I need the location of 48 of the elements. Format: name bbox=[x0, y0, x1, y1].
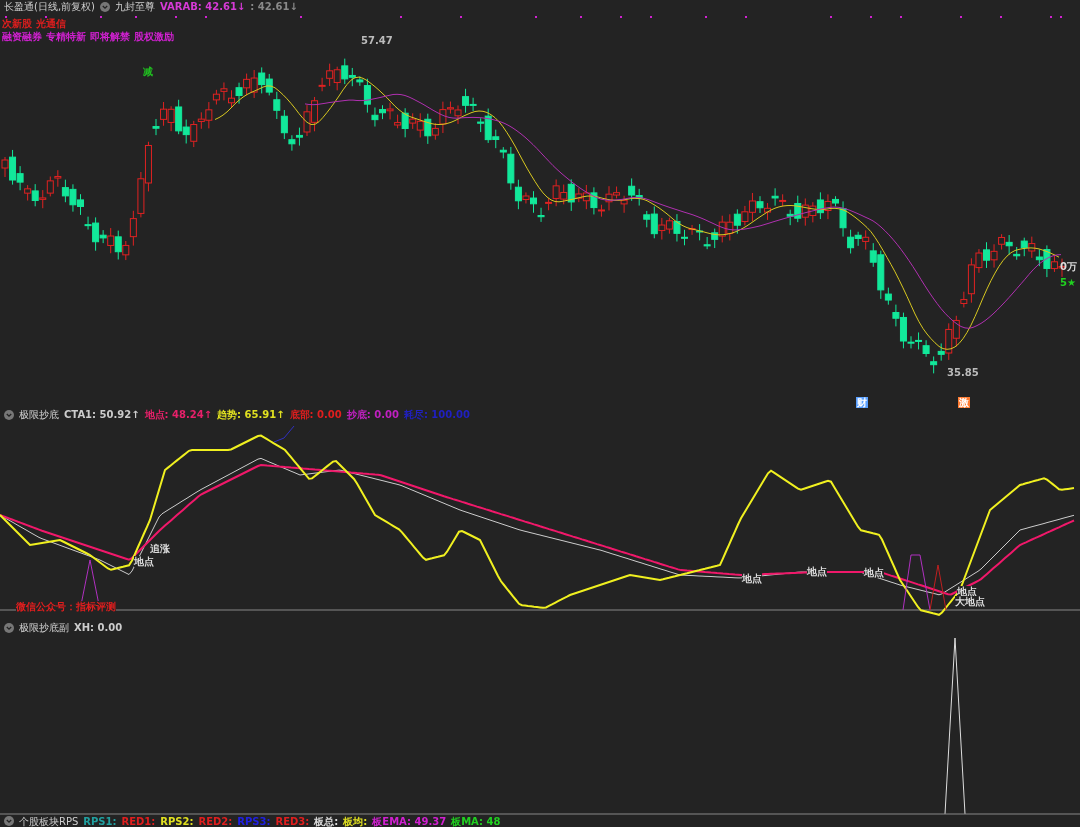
star-rating-label: 5★ bbox=[1060, 277, 1076, 288]
signal-label: 减 bbox=[143, 66, 153, 77]
collapse-icon[interactable] bbox=[4, 409, 14, 420]
event-marker: 财 bbox=[856, 397, 868, 408]
concept-tag: 融资融券 bbox=[2, 30, 42, 43]
indicator-readout: 抄底: 0.00 bbox=[346, 408, 399, 421]
indicator-title: 个股板块RPS bbox=[19, 814, 79, 827]
indicator-readout: 底部: 0.00 bbox=[289, 408, 342, 421]
signal-label: 大地点 bbox=[955, 596, 985, 607]
indicator-readout: RPS1: bbox=[83, 814, 117, 827]
signal-label: 地点 bbox=[742, 573, 762, 584]
indicator-readout: 板MA: 48 bbox=[451, 814, 501, 827]
indicator-readout: 耗尽: 100.00 bbox=[403, 408, 470, 421]
collapse-icon[interactable] bbox=[100, 1, 110, 12]
collapse-icon[interactable] bbox=[4, 816, 14, 826]
collapse-icon[interactable] bbox=[4, 622, 14, 633]
indicator-readout: : 42.61↓ bbox=[250, 0, 298, 13]
concept-tag: 次新股 bbox=[2, 17, 32, 30]
concept-tag: 股权激励 bbox=[134, 30, 174, 43]
indicator-readout: 趋势: 65.91↑ bbox=[217, 408, 285, 421]
watermark-text: 微信公众号：指标评测 bbox=[16, 601, 116, 612]
indicator-readout: VARAB: 42.61↓ bbox=[160, 0, 246, 13]
indicator-readout: 板均: bbox=[343, 814, 368, 827]
price-label: 35.85 bbox=[947, 367, 979, 378]
indicator-readout: XH: 0.00 bbox=[74, 621, 123, 634]
volume-label: 0万 bbox=[1060, 261, 1077, 272]
indicator-readout: RED1: bbox=[121, 814, 156, 827]
indicator-readout: CTA1: 50.92↑ bbox=[64, 408, 140, 421]
event-marker: 激 bbox=[958, 397, 970, 408]
signal-label: 地点 bbox=[807, 566, 827, 577]
signal-label: 地点 bbox=[864, 567, 884, 578]
indicator-readout: RPS2: bbox=[160, 814, 194, 827]
indicator-readout: 地点: 48.24↑ bbox=[144, 408, 213, 421]
indicator-readout: 板EMA: 49.37 bbox=[372, 814, 447, 827]
indicator-readout: RPS3: bbox=[237, 814, 271, 827]
signal-label: 地点 bbox=[134, 556, 154, 567]
concept-tag: 即将解禁 bbox=[90, 30, 130, 43]
concept-tag: 光通信 bbox=[36, 17, 66, 30]
indicator-readout: RED3: bbox=[275, 814, 310, 827]
indicator-readout: 板总: bbox=[314, 814, 339, 827]
signal-label: 追涨 bbox=[150, 543, 170, 554]
indicator-title: 极限抄底副 bbox=[19, 621, 69, 634]
indicator-name: 九封至尊 bbox=[115, 0, 155, 13]
price-label: 57.47 bbox=[361, 35, 393, 46]
indicator-readout: RED2: bbox=[198, 814, 233, 827]
concept-tag: 专精特新 bbox=[46, 30, 86, 43]
chart-title: 长盈通(日线,前复权) bbox=[4, 0, 95, 13]
indicator-title: 极限抄底 bbox=[19, 408, 59, 421]
